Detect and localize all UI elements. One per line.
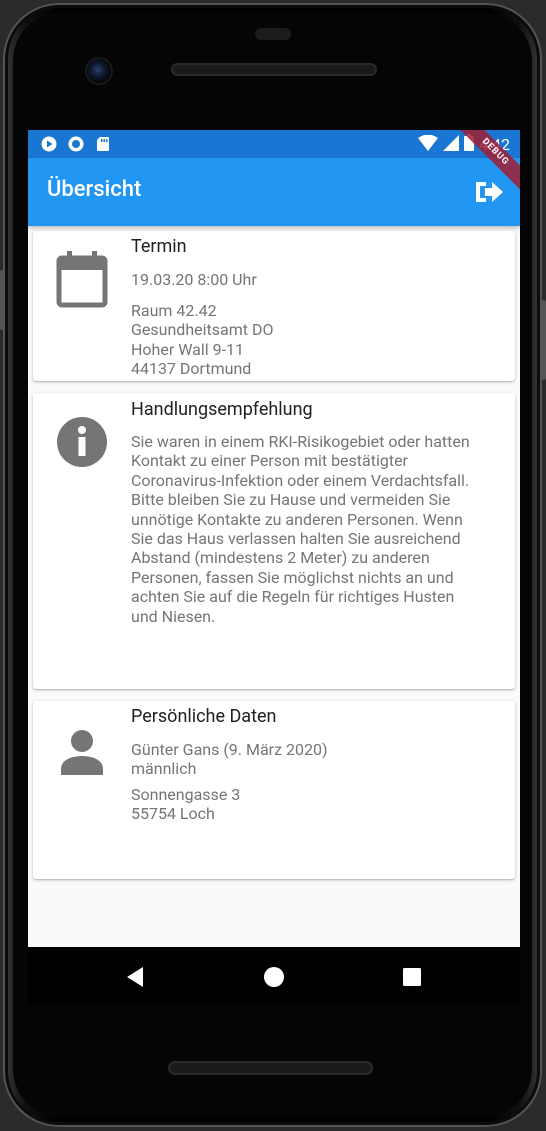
info-icon <box>55 415 109 473</box>
person-icon <box>55 729 109 787</box>
appointment-card: Termin 19.03.20 8:00 Uhr Raum 42.42 Gesu… <box>33 231 515 381</box>
personal-name-date: Günter Gans (9. März 2020) <box>131 740 328 759</box>
play-protect-icon <box>40 135 57 152</box>
speaker-grille-top <box>171 63 377 76</box>
recommendation-title: Handlungsempfehlung <box>131 399 313 420</box>
personal-title: Persönliche Daten <box>131 706 277 727</box>
appointment-datetime: 19.03.20 8:00 Uhr <box>131 270 257 289</box>
appointment-address: Raum 42.42 Gesundheitsamt DO Hoher Wall … <box>131 301 274 379</box>
app-screen: 4:42 Übersicht DEBUG Termin 19.03.20 8 <box>28 130 520 947</box>
recommendation-card: Handlungsempfehlung Sie waren in einem R… <box>33 393 515 689</box>
home-icon <box>264 967 284 987</box>
recommendation-text: Sie waren in einem RKI-Risikogebiet oder… <box>131 432 470 626</box>
appointment-title: Termin <box>131 236 187 257</box>
power-button <box>542 300 546 380</box>
logout-button[interactable] <box>472 175 506 209</box>
recents-icon <box>403 968 421 986</box>
signal-icon <box>443 134 460 155</box>
personal-data-card: Persönliche Daten Günter Gans (9. März 2… <box>33 701 515 879</box>
home-button[interactable] <box>262 965 286 989</box>
earpiece <box>255 28 291 40</box>
page-title: Übersicht <box>47 177 142 202</box>
back-button[interactable] <box>124 965 148 989</box>
sd-card-icon <box>94 135 111 152</box>
front-camera <box>87 59 111 83</box>
wifi-icon <box>418 134 439 155</box>
status-bar: 4:42 <box>28 130 520 158</box>
calendar-icon <box>55 251 109 309</box>
personal-address: Sonnengasse 3 55754 Loch <box>131 785 241 824</box>
volume-button <box>0 270 4 330</box>
recents-button[interactable] <box>400 965 424 989</box>
speaker-grille-bottom <box>168 1061 373 1075</box>
personal-gender: männlich <box>131 759 197 778</box>
app-bar: Übersicht <box>28 158 520 226</box>
sync-icon <box>67 135 84 152</box>
system-nav-bar <box>28 947 520 1005</box>
back-icon <box>127 967 143 987</box>
logout-icon <box>476 182 503 202</box>
